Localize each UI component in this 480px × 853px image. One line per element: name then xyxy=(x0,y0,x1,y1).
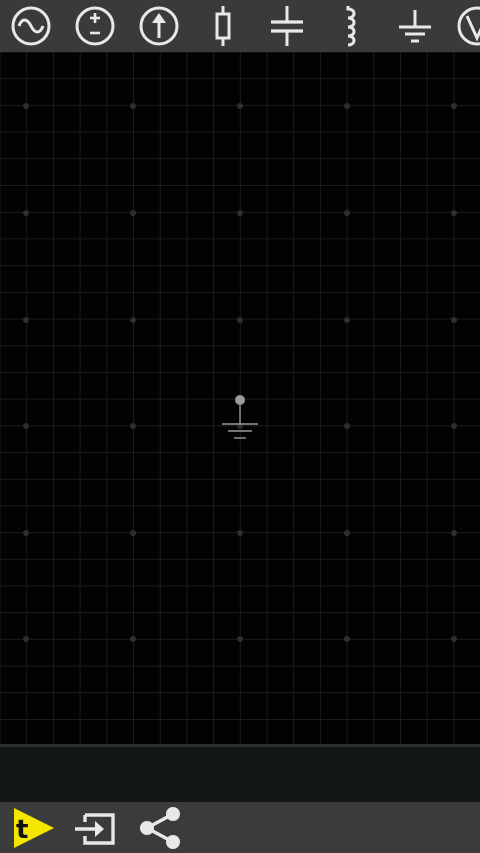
share-button[interactable] xyxy=(137,805,183,851)
dc-voltage-source-icon xyxy=(75,6,115,46)
simulate-play-icon: t xyxy=(14,808,54,848)
ac-source-icon xyxy=(11,6,51,46)
capacitor-tool[interactable] xyxy=(265,4,309,48)
ground-node-terminal[interactable] xyxy=(235,395,245,405)
svg-text:t: t xyxy=(16,815,28,845)
resistor-icon xyxy=(215,6,231,46)
placed-ground-component[interactable] xyxy=(0,52,480,744)
voltmeter-tool[interactable] xyxy=(455,4,480,48)
resistor-tool[interactable] xyxy=(201,4,245,48)
dc-voltage-source-tool[interactable] xyxy=(73,4,117,48)
ac-source-tool[interactable] xyxy=(9,4,53,48)
current-source-tool[interactable] xyxy=(137,4,181,48)
status-area xyxy=(0,744,480,802)
schematic-canvas[interactable] xyxy=(0,52,480,744)
export-icon xyxy=(75,813,115,845)
share-icon xyxy=(140,807,180,849)
inductor-icon xyxy=(346,6,356,47)
inductor-tool[interactable] xyxy=(329,4,373,48)
current-source-icon xyxy=(139,6,179,46)
simulate-button[interactable]: t xyxy=(10,805,56,851)
component-palette xyxy=(0,0,480,53)
voltmeter-icon xyxy=(457,6,480,46)
ground-icon xyxy=(399,10,431,43)
circuit-editor-app: t xyxy=(0,0,480,853)
capacitor-icon xyxy=(271,6,303,46)
export-button[interactable] xyxy=(73,805,119,851)
bottom-action-bar: t xyxy=(0,802,480,853)
ground-tool[interactable] xyxy=(393,4,437,48)
